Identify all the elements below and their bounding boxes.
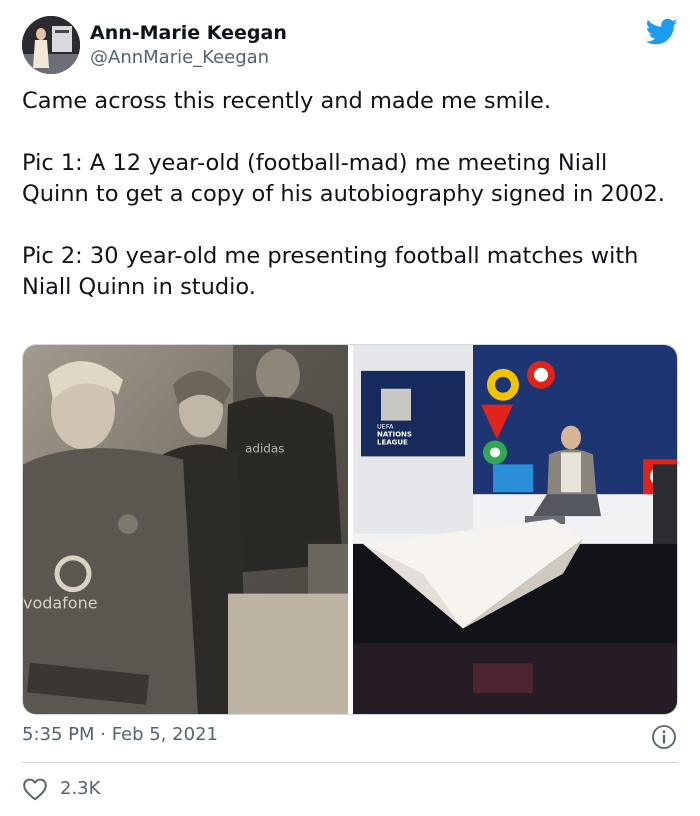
- heart-icon: [23, 778, 47, 801]
- media-grid: adidas vodafone UEFA NATIONS LEAGUE: [22, 344, 678, 715]
- uefa-logo-text-1: UEFA: [377, 423, 394, 431]
- twitter-bird-icon[interactable]: [646, 18, 678, 46]
- tweet-paragraph-1: Came across this recently and made me sm…: [22, 88, 552, 114]
- author-handle[interactable]: @AnnMarie_Keegan: [90, 47, 269, 69]
- author-name[interactable]: Ann-Marie Keegan: [90, 22, 287, 44]
- like-count: 2.3K: [60, 778, 101, 799]
- avatar[interactable]: [22, 16, 80, 74]
- tweet-text: Came across this recently and made me sm…: [22, 86, 672, 334]
- photo-2[interactable]: UEFA NATIONS LEAGUE: [353, 345, 678, 714]
- uefa-logo-text-3: LEAGUE: [377, 438, 408, 446]
- tweet-header: Ann-Marie Keegan @AnnMarie_Keegan: [22, 14, 680, 78]
- info-icon[interactable]: [651, 724, 677, 750]
- adidas-text: adidas: [245, 441, 284, 455]
- tweet-timestamp[interactable]: 5:35 PM · Feb 5, 2021: [22, 724, 218, 745]
- photo-1[interactable]: adidas vodafone: [23, 345, 348, 714]
- tweet-paragraph-2: Pic 1: A 12 year-old (football-mad) me m…: [22, 150, 665, 207]
- divider: [22, 762, 678, 763]
- uefa-logo-text-2: NATIONS: [377, 431, 412, 439]
- tweet-paragraph-3: Pic 2: 30 year-old me presenting footbal…: [22, 243, 646, 300]
- vodafone-text: vodafone: [23, 594, 98, 613]
